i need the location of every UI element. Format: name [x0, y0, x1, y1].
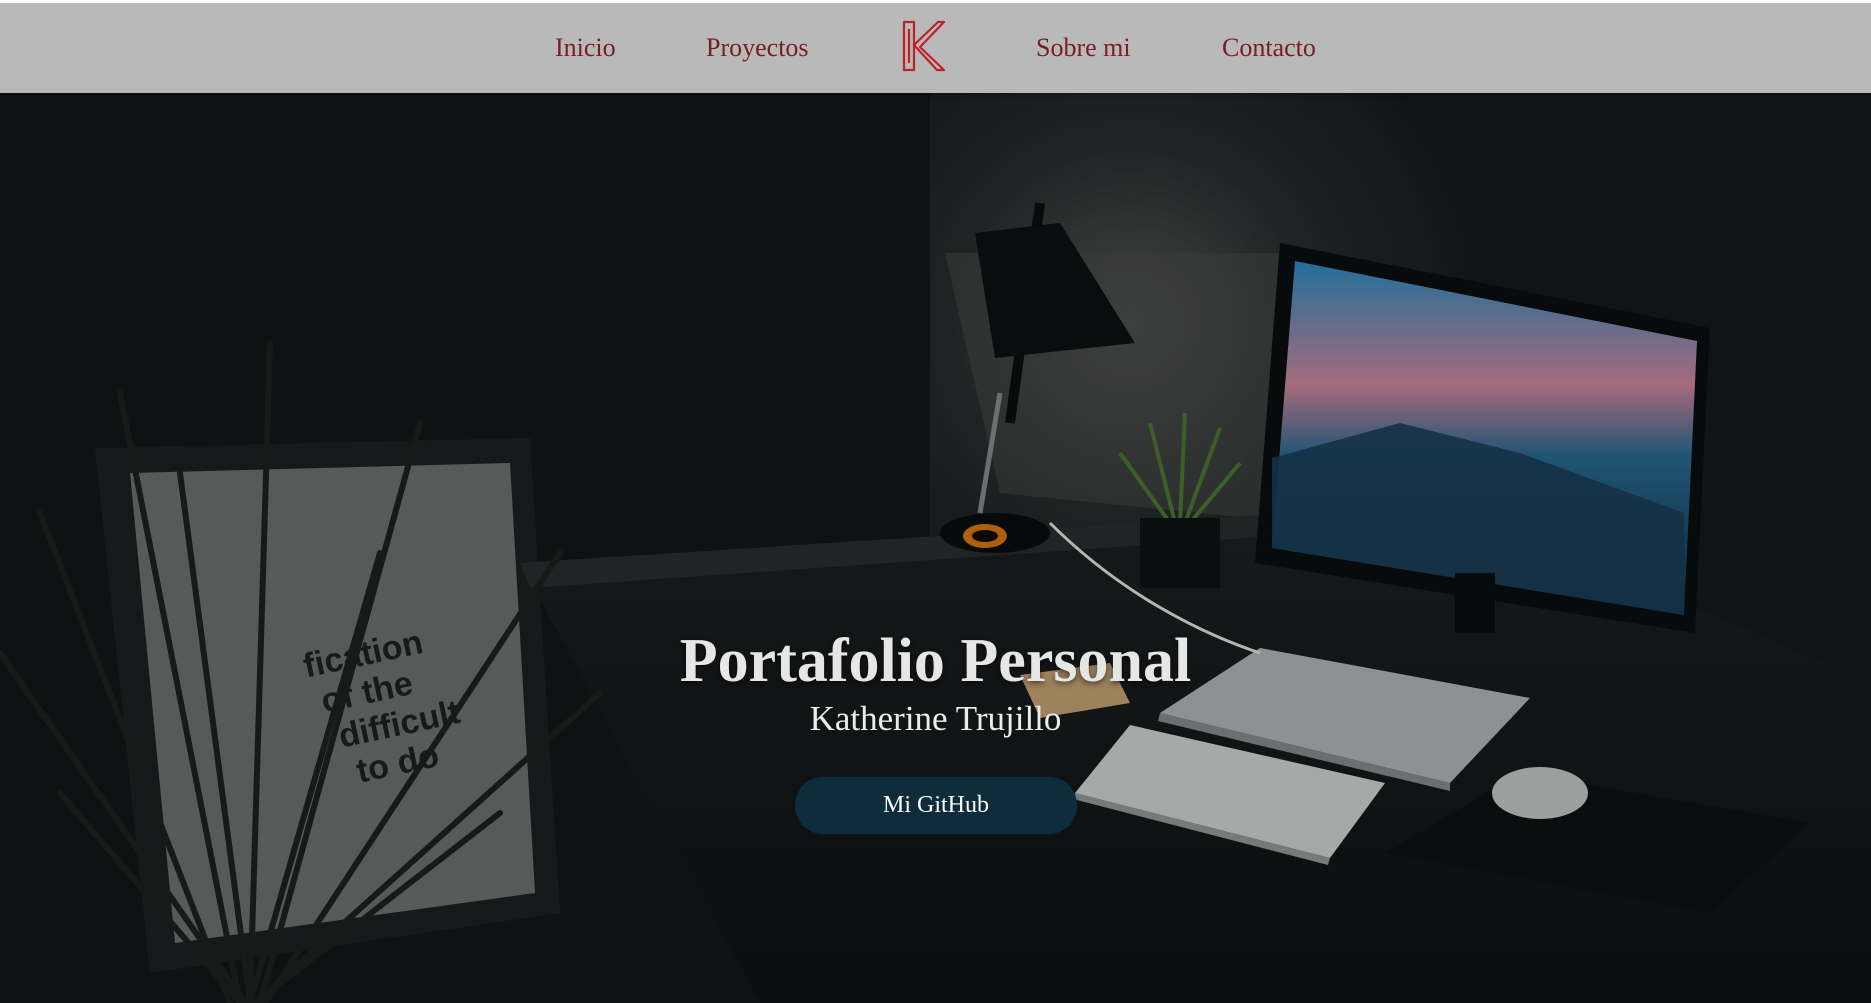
nav-proyectos[interactable]: Proyectos: [706, 33, 809, 63]
hero-background-image: fication of the difficult to do: [0, 93, 1871, 1003]
hero-section: fication of the difficult to do Portafol…: [0, 93, 1871, 1003]
k-logo-icon[interactable]: [900, 19, 946, 73]
nav-contacto[interactable]: Contacto: [1222, 33, 1316, 63]
nav-inicio[interactable]: Inicio: [555, 33, 616, 63]
hero-subtitle: Katherine Trujillo: [809, 699, 1062, 738]
github-button[interactable]: Mi GitHub: [795, 777, 1077, 834]
hero-title: Portafolio Personal: [679, 627, 1192, 695]
nav-sobre-mi[interactable]: Sobre mi: [1036, 33, 1131, 63]
top-navigation: Inicio Proyectos Sobre mi Contacto: [0, 3, 1871, 93]
